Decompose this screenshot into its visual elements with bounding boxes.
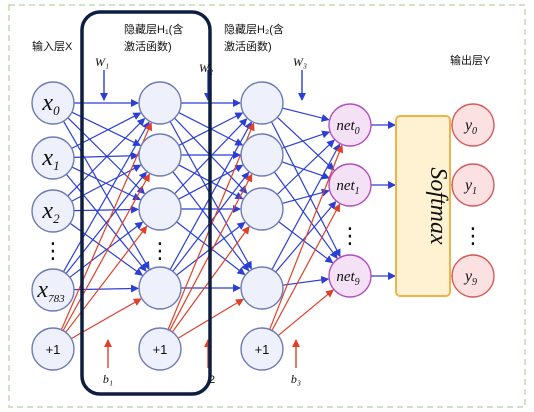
output-node: [451, 254, 495, 298]
bias-label-b3: b₃: [291, 372, 301, 386]
node-layers: x0x1x2⋮x783+1⋮+1 +1net0net1⋮net9Softmaxy0…: [31, 81, 495, 371]
hidden1-ellipsis: ⋮: [149, 238, 171, 263]
neural-network-diagram: x0 x1 x2 ⋮ x783 +1 ⋮ +1 +1 net0 net1 ⋮ net9 Softmax y0…: [0, 0, 534, 412]
edge-hidden2-to-net: [281, 130, 331, 149]
bias-label-b1: b₁: [103, 372, 113, 386]
net-ellipsis: ⋮: [339, 223, 361, 248]
hidden2-node: [240, 187, 284, 231]
hidden-layer-1-label-line2: 激活函数): [124, 39, 172, 53]
hidden1-bias-label: +1: [153, 342, 168, 357]
hidden1-node: [138, 187, 182, 231]
hidden-layer-1-label: 隐藏层H₁(含: [124, 22, 183, 36]
weight-label-w2: W₂: [199, 61, 213, 75]
hidden2-bias-label: +1: [255, 342, 270, 357]
bias-edge-hidden2-to-net: [277, 289, 334, 337]
edge-hidden2-to-net: [276, 116, 335, 171]
output-node: [451, 103, 495, 147]
hidden-layer-2-label-line2: 激活函数): [224, 39, 272, 53]
input-bias-label: +1: [46, 342, 61, 357]
input-ellipsis: ⋮: [42, 238, 64, 263]
weight-label-w3: W₃: [293, 55, 307, 69]
hidden2-node: [240, 133, 284, 177]
hidden2-node: [240, 81, 284, 125]
bias-edge-input-to-hidden1: [65, 225, 148, 333]
output-layer-label: 输出层Y: [450, 53, 491, 67]
hidden1-node: [138, 266, 182, 310]
weight-label-w1: W₁: [95, 55, 109, 69]
hidden1-node: [138, 81, 182, 125]
network-svg: x0x1x2⋮x783+1⋮+1 +1net0net1⋮net9Softmaxy0…: [8, 4, 526, 408]
hidden-layer-2-label: 隐藏层H₂(含: [224, 22, 284, 36]
output-ellipsis: ⋮: [462, 223, 484, 248]
hidden2-node: [240, 266, 284, 310]
edge-hidden2-to-net: [282, 107, 330, 122]
input-layer-label: 输入层X: [32, 39, 73, 53]
hidden1-node: [138, 133, 182, 177]
bias-label-b2: 2: [209, 374, 215, 386]
softmax-label: Softmax: [425, 167, 451, 245]
output-node: [451, 163, 495, 207]
bias-edge-hidden2-to-net: [269, 144, 344, 330]
edge-input-to-hidden1: [65, 171, 147, 274]
bias-edge-hidden2-to-net: [271, 203, 341, 331]
edge-hidden2-to-net: [273, 171, 338, 260]
